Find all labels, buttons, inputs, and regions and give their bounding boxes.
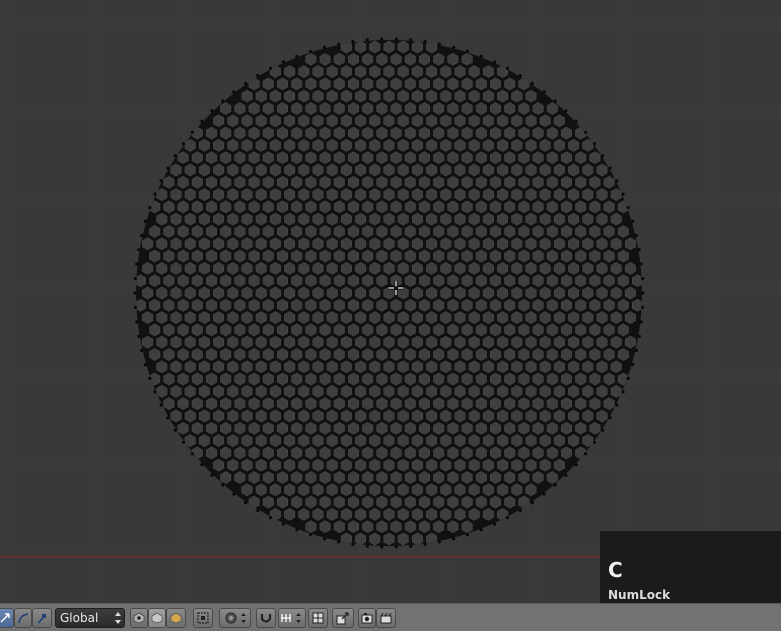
snap-target-button[interactable] [308,608,328,628]
edge-select-icon [151,612,163,624]
face-select-icon [170,612,182,624]
occlude-geometry-icon [197,612,209,624]
viewport-header: Global [0,603,781,631]
opengl-render-button[interactable] [358,608,376,628]
texture-space-icon [336,612,349,625]
scale-manipulator-icon [37,614,46,624]
scale-manipulator-button[interactable] [32,608,52,628]
opengl-render-icon [361,613,373,624]
occlude-geometry-button[interactable] [193,608,213,628]
translate-manipulator-icon [0,613,10,623]
edge-select-button[interactable] [148,608,166,628]
translate-manipulator-button[interactable] [0,608,14,628]
snap-magnet-icon [260,614,272,623]
snap-element-icon [281,613,301,623]
keystroke-modifier: NumLock [608,588,671,602]
vertex-select-icon [133,612,145,624]
snap-target-icon [312,612,324,624]
proportional-edit-button[interactable] [219,608,251,628]
face-select-button[interactable] [166,608,186,628]
rotate-manipulator-icon [18,613,29,624]
mesh-canvas[interactable] [0,0,781,603]
transform-orientation-select[interactable]: Global [55,608,125,628]
opengl-animation-button[interactable] [376,608,396,628]
keystroke-key: C [608,558,623,582]
transform-orientation-value: Global [60,611,99,625]
snap-toggle-button[interactable] [256,608,276,628]
proportional-edit-icon [225,612,246,624]
rotate-manipulator-button[interactable] [14,608,32,628]
3d-viewport[interactable] [0,0,781,603]
snap-element-button[interactable] [278,608,306,628]
updown-arrows-icon [115,612,121,624]
opengl-animation-icon [380,612,392,624]
texture-space-button[interactable] [332,608,354,628]
vertex-select-button[interactable] [130,608,148,628]
